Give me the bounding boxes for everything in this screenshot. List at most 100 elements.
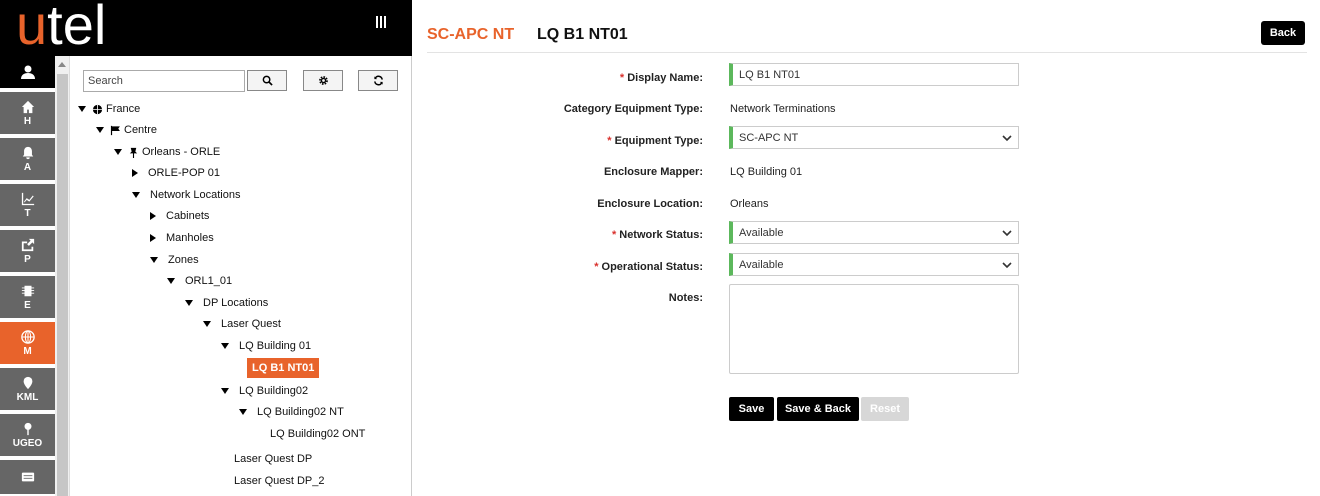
user-icon bbox=[20, 65, 35, 79]
tree-node-laser-quest-dp-2[interactable]: Laser Quest DP_2 bbox=[234, 473, 325, 489]
caret-right-icon[interactable] bbox=[132, 169, 138, 177]
tree-node-network-locations[interactable]: Network Locations bbox=[132, 187, 241, 203]
tree-node-orleans[interactable]: Orleans - ORLE bbox=[114, 144, 220, 160]
chevron-down-icon bbox=[1002, 262, 1012, 269]
refresh-icon bbox=[373, 75, 383, 86]
display-name-value: LQ B1 NT01 bbox=[739, 68, 801, 81]
caret-right-icon[interactable] bbox=[150, 212, 156, 220]
settings-button[interactable] bbox=[303, 70, 343, 91]
sidebar-item-kml[interactable]: KML bbox=[0, 368, 55, 412]
caret-down-icon[interactable] bbox=[203, 321, 211, 327]
required-marker: * bbox=[611, 229, 617, 241]
required-marker: * bbox=[607, 135, 612, 147]
search-button[interactable] bbox=[247, 70, 287, 91]
map-pin-icon bbox=[23, 376, 32, 389]
tree-node-lq-building02-nt[interactable]: LQ Building02 NT bbox=[239, 404, 344, 420]
category-label: Category Equipment Type: bbox=[563, 103, 703, 115]
pushpin-icon bbox=[24, 422, 31, 435]
tree-node-label: France bbox=[106, 103, 141, 115]
scroll-thumb[interactable] bbox=[57, 74, 68, 496]
caret-down-icon[interactable] bbox=[150, 257, 158, 263]
equipment-type-value: SC-APC NT bbox=[739, 131, 799, 144]
caret-down-icon[interactable] bbox=[221, 343, 229, 349]
scroll-up-icon[interactable] bbox=[58, 62, 66, 67]
tree-node-label: Zones bbox=[168, 254, 199, 266]
notes-textarea[interactable] bbox=[729, 284, 1019, 374]
tree-node-lq-building02-ont[interactable]: LQ Building02 ONT bbox=[270, 426, 365, 442]
operational-status-select[interactable]: Available bbox=[729, 253, 1019, 276]
tree-node-centre[interactable]: Centre bbox=[96, 122, 157, 138]
caret-down-icon[interactable] bbox=[239, 409, 247, 415]
tree-node-orle-pop[interactable]: ORLE-POP 01 bbox=[132, 165, 220, 181]
card-icon bbox=[21, 472, 34, 482]
enclosure-mapper-value: LQ Building 01 bbox=[730, 166, 803, 178]
icon-sidebar: H A T P E M KML UGEO bbox=[0, 56, 55, 496]
menu-toggle-icon[interactable] bbox=[376, 16, 388, 28]
sidebar-label: A bbox=[23, 161, 32, 173]
tree-node-label: Orleans - ORLE bbox=[142, 146, 221, 158]
sidebar-item-more[interactable] bbox=[0, 460, 55, 496]
tree-node-france[interactable]: France bbox=[78, 101, 140, 117]
tree-node-label: Laser Quest bbox=[221, 318, 281, 330]
globe-icon bbox=[20, 329, 35, 344]
sidebar-item-home[interactable]: H bbox=[0, 92, 55, 136]
search-input[interactable] bbox=[83, 70, 245, 92]
sidebar-item-equipment[interactable]: E bbox=[0, 276, 55, 320]
tree-node-zones[interactable]: Zones bbox=[150, 252, 199, 268]
refresh-button[interactable] bbox=[358, 70, 398, 91]
tree-node-label: LQ Building02 bbox=[239, 385, 309, 397]
caret-down-icon[interactable] bbox=[132, 192, 140, 198]
chart-icon bbox=[21, 192, 34, 205]
tree-node-laser-quest-dp[interactable]: Laser Quest DP bbox=[234, 451, 312, 467]
tree-node-label: ORL1_01 bbox=[185, 275, 233, 287]
tree-node-cabinets[interactable]: Cabinets bbox=[150, 208, 209, 224]
sidebar-item-trends[interactable]: T bbox=[0, 184, 55, 228]
equipment-type-select[interactable]: SC-APC NT bbox=[729, 126, 1019, 149]
main-content: SC-APC NT LQ B1 NT01 Back * Display Name:… bbox=[413, 0, 1320, 496]
tree-node-label: Laser Quest DP bbox=[234, 453, 313, 465]
tree-node-lq-building-01[interactable]: LQ Building 01 bbox=[221, 338, 311, 354]
caret-down-icon[interactable] bbox=[78, 106, 86, 112]
caret-down-icon[interactable] bbox=[114, 149, 122, 155]
sidebar-item-alerts[interactable]: A bbox=[0, 138, 55, 182]
enclosure-location-label: Enclosure Location: bbox=[597, 198, 703, 210]
network-status-select[interactable]: Available bbox=[729, 221, 1019, 244]
sidebar-item-map[interactable]: M bbox=[0, 322, 55, 366]
save-button[interactable]: Save bbox=[729, 397, 774, 421]
chevron-down-icon bbox=[1002, 230, 1012, 237]
utel-logo[interactable]: u tel bbox=[16, 0, 106, 56]
tree-node-label: Centre bbox=[124, 124, 158, 136]
sidebar-label: UGEO bbox=[12, 437, 43, 449]
tree-node-manholes[interactable]: Manholes bbox=[150, 230, 214, 246]
tree-node-laser-quest[interactable]: Laser Quest bbox=[203, 316, 281, 332]
back-button[interactable]: Back bbox=[1261, 21, 1305, 45]
required-marker: * bbox=[619, 72, 625, 84]
caret-right-icon[interactable] bbox=[150, 234, 156, 242]
tree-node-lq-building02[interactable]: LQ Building02 bbox=[221, 383, 308, 399]
reset-button[interactable]: Reset bbox=[861, 397, 909, 421]
network-status-value: Available bbox=[739, 226, 784, 239]
app-header: u tel bbox=[0, 0, 412, 56]
tree-node-orl1-01[interactable]: ORL1_01 bbox=[167, 273, 232, 289]
tree-node-lq-b1-nt01[interactable]: LQ B1 NT01 bbox=[247, 358, 320, 378]
tree-node-dp-locations[interactable]: DP Locations bbox=[185, 295, 268, 311]
display-name-field[interactable]: LQ B1 NT01 bbox=[729, 63, 1019, 86]
tree-node-label: LQ Building 01 bbox=[239, 340, 312, 352]
enclosure-location-value: Orleans bbox=[730, 198, 769, 210]
sidebar-item-ugeo[interactable]: UGEO bbox=[0, 414, 55, 458]
sidebar-item-user[interactable] bbox=[0, 56, 55, 90]
network-status-label: * Network Status: bbox=[611, 229, 703, 241]
caret-down-icon[interactable] bbox=[221, 388, 229, 394]
caret-down-icon[interactable] bbox=[167, 278, 175, 284]
tree-node-label: Manholes bbox=[166, 232, 214, 244]
caret-down-icon[interactable] bbox=[185, 300, 193, 306]
flag-icon bbox=[110, 125, 120, 135]
sidebar-label: H bbox=[23, 115, 32, 127]
category-value: Network Terminations bbox=[730, 103, 836, 115]
chip-icon bbox=[21, 285, 34, 296]
sidebar-item-publish[interactable]: P bbox=[0, 230, 55, 274]
caret-down-icon[interactable] bbox=[96, 127, 104, 133]
required-marker: * bbox=[594, 261, 599, 273]
tree-scrollbar[interactable] bbox=[55, 56, 70, 496]
save-and-back-button[interactable]: Save & Back bbox=[777, 397, 859, 421]
